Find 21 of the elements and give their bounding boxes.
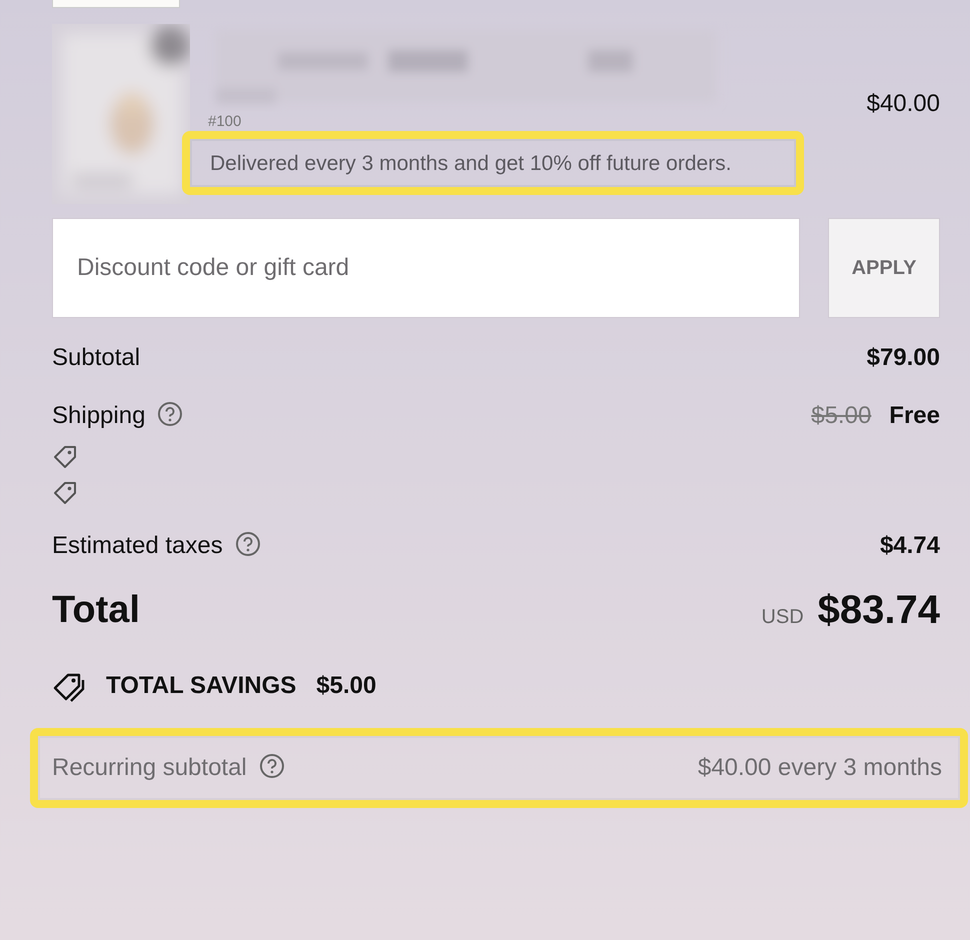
price: $40.00 <box>866 89 940 119</box>
subscription-note: Delivered every 3 months and get 10% off future orders. <box>210 151 732 177</box>
recurring-value: $40.00 every 3 months <box>698 753 942 783</box>
original-price: $5.00 <box>811 402 872 429</box>
total-label: Total <box>52 588 140 632</box>
savings-value: $5.00 <box>316 671 376 701</box>
tag-icon <box>52 444 78 470</box>
summary-value: $4.74 <box>880 532 940 559</box>
savings-label: TOTAL SAVINGS <box>106 671 296 701</box>
currency-label: USD <box>761 606 804 628</box>
total-value: $83.74 <box>818 588 940 632</box>
summary-label: Estimated taxes <box>52 532 223 559</box>
summary-value: Free <box>889 402 940 429</box>
summary-value: $79.00 <box>866 344 940 371</box>
apply-button[interactable]: APPLY <box>828 218 940 318</box>
tag-icon <box>52 480 78 506</box>
summary-label: Subtotal <box>52 344 140 371</box>
variant-label: #100 <box>208 114 242 129</box>
summary-label: Shipping <box>52 402 146 429</box>
recurring-label: Recurring subtotal <box>52 754 247 781</box>
discount-field[interactable]: Discount code or gift card <box>52 218 800 318</box>
